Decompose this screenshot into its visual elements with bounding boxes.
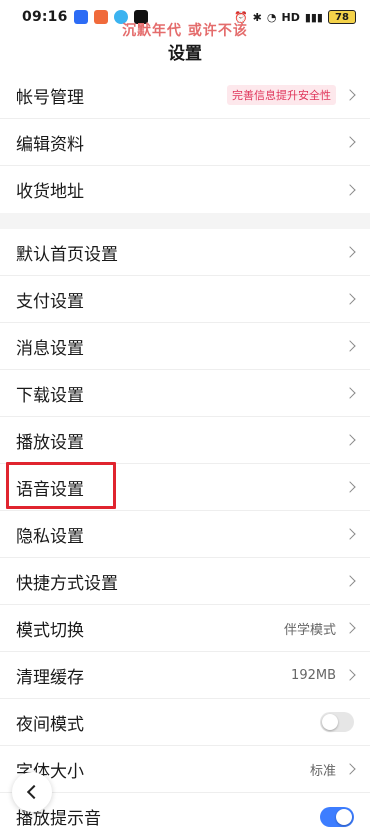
settings-row-label: 播放设置 xyxy=(16,432,84,453)
settings-row-accessory xyxy=(344,340,356,352)
status-badge: 完善信息提升安全性 xyxy=(227,85,336,105)
settings-row-accessory xyxy=(344,183,356,196)
settings-row[interactable]: 隐私设置 xyxy=(0,511,370,558)
settings-row[interactable]: 下载设置 xyxy=(0,370,370,417)
back-arrow-icon xyxy=(26,784,42,800)
settings-row-label: 编辑资料 xyxy=(16,134,84,155)
settings-row-value: 标准 xyxy=(309,763,336,779)
settings-row[interactable]: 收货地址 xyxy=(0,166,370,213)
settings-row-accessory xyxy=(320,806,354,827)
settings-row-label: 收货地址 xyxy=(16,182,84,202)
settings-row[interactable]: 消息设置 xyxy=(0,323,370,370)
settings-row-label: 清理缓存 xyxy=(16,667,84,688)
chevron-right-icon xyxy=(344,763,356,775)
settings-row-accessory xyxy=(344,293,356,305)
settings-row-accessory xyxy=(344,136,356,148)
settings-row-accessory xyxy=(320,712,354,732)
settings-row[interactable]: 清理缓存 192MB xyxy=(0,652,370,699)
watermark-text: 沉默年代 或许不该 xyxy=(122,23,248,39)
settings-row-accessory xyxy=(344,528,356,540)
chevron-right-icon xyxy=(344,340,356,352)
chevron-right-icon xyxy=(344,246,356,258)
toggle-knob xyxy=(322,714,338,730)
page-title: 设置 xyxy=(168,44,202,64)
settings-row-label: 帐号管理 xyxy=(16,87,84,108)
settings-row-accessory: 伴学模式 xyxy=(283,619,356,638)
settings-row[interactable]: 语音设置 xyxy=(0,462,370,511)
chevron-right-icon xyxy=(344,136,356,148)
settings-row-value: 192MB xyxy=(291,667,336,683)
back-button[interactable] xyxy=(12,772,52,812)
settings-row-label: 支付设置 xyxy=(16,291,84,312)
settings-row[interactable]: 帐号管理 完善信息提升安全性 xyxy=(0,72,370,119)
settings-row-label: 快捷方式设置 xyxy=(16,573,118,594)
settings-row-value: 伴学模式 xyxy=(283,622,336,638)
settings-row-label: 模式切换 xyxy=(16,620,84,641)
toggle-knob xyxy=(336,808,352,825)
settings-row-label: 隐私设置 xyxy=(16,526,84,547)
settings-list: 帐号管理 完善信息提升安全性编辑资料收货地址默认首页设置 支付设置消息设置下载设置播… xyxy=(0,72,370,840)
settings-row-accessory: 完善信息提升安全性 xyxy=(227,85,356,105)
settings-row-label: 夜间模式 xyxy=(16,714,84,735)
settings-row-accessory xyxy=(344,246,356,258)
settings-row-accessory xyxy=(344,387,356,399)
chevron-right-icon xyxy=(344,575,356,587)
chevron-right-icon xyxy=(344,293,356,305)
chevron-right-icon xyxy=(344,528,356,540)
settings-row[interactable]: 播放设置 xyxy=(0,417,370,464)
settings-row[interactable]: 支付设置 xyxy=(0,276,370,323)
settings-row-accessory: 192MB xyxy=(291,667,356,683)
settings-row[interactable]: 夜间模式 xyxy=(0,699,370,746)
settings-row-accessory xyxy=(344,434,356,446)
settings-row-label: 默认首页设置 xyxy=(16,244,118,265)
settings-row[interactable]: 字体大小 标准 xyxy=(0,746,370,793)
settings-row[interactable]: 默认首页设置 xyxy=(0,229,370,276)
chevron-right-icon xyxy=(344,622,356,634)
chevron-right-icon xyxy=(344,89,356,101)
chevron-right-icon xyxy=(344,481,356,493)
settings-row[interactable]: 播放提示音 xyxy=(0,793,370,840)
settings-row[interactable]: 快捷方式设置 xyxy=(0,558,370,605)
chevron-right-icon xyxy=(344,669,356,681)
chevron-right-icon xyxy=(344,387,356,399)
settings-row-accessory xyxy=(344,481,356,493)
settings-row-label: 下载设置 xyxy=(16,385,84,406)
section-divider xyxy=(0,213,370,229)
settings-row-accessory xyxy=(344,575,356,587)
toggle-switch[interactable] xyxy=(320,806,354,827)
settings-row-label: 语音设置 xyxy=(16,479,84,500)
chevron-right-icon xyxy=(344,183,356,196)
settings-row-label: 消息设置 xyxy=(16,338,84,359)
chevron-right-icon xyxy=(344,434,356,446)
settings-row-accessory: 标准 xyxy=(309,760,356,779)
settings-row[interactable]: 编辑资料 xyxy=(0,119,370,166)
toggle-switch[interactable] xyxy=(320,712,354,732)
settings-row[interactable]: 模式切换 伴学模式 xyxy=(0,605,370,652)
